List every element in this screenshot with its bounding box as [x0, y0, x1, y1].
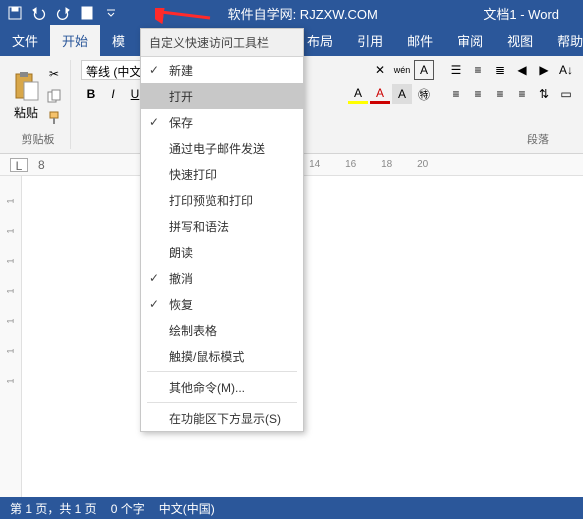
menu-item-label: 恢复 — [169, 296, 193, 313]
italic-icon[interactable]: I — [103, 84, 123, 104]
paste-button[interactable]: 粘贴 — [12, 70, 40, 121]
menu-item-5[interactable]: 打印预览和打印 — [141, 187, 303, 213]
vruler-tick: 1 — [5, 228, 15, 233]
menu-item-1[interactable]: 打开 — [141, 83, 303, 109]
bullets-icon[interactable]: ☰ — [446, 60, 466, 80]
bold-icon[interactable]: B — [81, 84, 101, 104]
align-left-icon[interactable]: ≡ — [446, 84, 466, 104]
document-title: 文档1 - Word — [483, 4, 559, 23]
qat-dropdown-icon[interactable] — [100, 2, 122, 24]
vruler-tick: 1 — [5, 318, 15, 323]
menu-item-12[interactable]: 其他命令(M)... — [141, 374, 303, 400]
cut-icon[interactable]: ✂ — [44, 64, 64, 84]
vruler-tick: 1 — [5, 378, 15, 383]
align-center-icon[interactable]: ≡ — [468, 84, 488, 104]
menu-item-label: 通过电子邮件发送 — [169, 140, 265, 157]
vruler-tick: 1 — [5, 258, 15, 263]
menu-item-3[interactable]: 通过电子邮件发送 — [141, 135, 303, 161]
menu-item-label: 拼写和语法 — [169, 218, 229, 235]
check-icon: ✓ — [149, 297, 159, 311]
clear-format-icon[interactable]: ✕ — [370, 60, 390, 80]
ruler-tick: 16 — [335, 159, 367, 170]
menu-item-10[interactable]: 绘制表格 — [141, 317, 303, 343]
char-shading-icon[interactable]: A — [392, 84, 412, 104]
menu-item-2[interactable]: ✓ 保存 — [141, 109, 303, 135]
shading-icon[interactable]: ▭ — [556, 84, 576, 104]
vruler-tick: 1 — [5, 198, 15, 203]
paste-label: 粘贴 — [14, 104, 38, 121]
status-words[interactable]: 0 个字 — [111, 500, 145, 517]
decrease-indent-icon[interactable]: ◀ — [512, 60, 532, 80]
sort-icon[interactable]: A↓ — [556, 60, 576, 80]
phonetic-icon[interactable]: wén — [392, 60, 412, 80]
annotation-arrow — [155, 8, 215, 28]
group-clipboard: 粘贴 ✂ 剪贴板 — [6, 60, 71, 149]
menu-item-label: 快速打印 — [169, 166, 217, 183]
paragraph-group-label: 段落 — [527, 131, 549, 149]
undo-icon[interactable] — [28, 2, 50, 24]
menu-item-label: 打开 — [169, 88, 193, 105]
ruler-num: 8 — [38, 158, 45, 172]
menu-item-9[interactable]: ✓ 恢复 — [141, 291, 303, 317]
qat-customize-menu: 自定义快速访问工具栏 ✓ 新建打开 ✓ 保存通过电子邮件发送快速打印打印预览和打印拼写… — [140, 28, 304, 432]
menu-item-label: 朗读 — [169, 244, 193, 261]
format-painter-icon[interactable] — [44, 108, 64, 128]
borders-icon[interactable]: ⊞ — [578, 84, 583, 104]
tab-review[interactable]: 审阅 — [445, 25, 495, 56]
menu-item-label: 在功能区下方显示(S) — [169, 410, 281, 427]
enclose-icon[interactable]: ㊕ — [414, 84, 434, 104]
line-spacing-icon[interactable]: ⇅ — [534, 84, 554, 104]
check-icon: ✓ — [149, 271, 159, 285]
ruler-ticks: 6 8 10 12 14 16 18 20 — [55, 159, 573, 170]
tab-file[interactable]: 文件 — [0, 25, 50, 56]
tab-home[interactable]: 开始 — [50, 25, 100, 56]
ruler-tick: 20 — [407, 159, 439, 170]
vruler-tick: 1 — [5, 348, 15, 353]
vruler-tick: 1 — [5, 288, 15, 293]
font-color-icon[interactable]: A — [370, 84, 390, 104]
check-icon: ✓ — [149, 63, 159, 77]
title-bar: 软件自学网: RJZXW.COM 文档1 - Word — [0, 0, 583, 26]
menu-item-label: 触摸/鼠标模式 — [169, 348, 244, 365]
tab-view[interactable]: 视图 — [495, 25, 545, 56]
menu-title: 自定义快速访问工具栏 — [141, 29, 303, 57]
menu-item-6[interactable]: 拼写和语法 — [141, 213, 303, 239]
status-bar: 第 1 页，共 1 页 0 个字 中文(中国) — [0, 497, 583, 519]
menu-item-7[interactable]: 朗读 — [141, 239, 303, 265]
menu-item-8[interactable]: ✓ 撤消 — [141, 265, 303, 291]
clipboard-group-label: 剪贴板 — [22, 131, 55, 149]
status-page[interactable]: 第 1 页，共 1 页 — [10, 500, 97, 517]
char-border-icon[interactable]: A — [414, 60, 434, 80]
redo-icon[interactable] — [52, 2, 74, 24]
tab-help[interactable]: 帮助 — [545, 25, 583, 56]
tab-references[interactable]: 引用 — [345, 25, 395, 56]
vertical-ruler[interactable]: 1 1 1 1 1 1 1 — [0, 176, 22, 497]
menu-item-0[interactable]: ✓ 新建 — [141, 57, 303, 83]
justify-icon[interactable]: ≡ — [512, 84, 532, 104]
menu-item-label: 新建 — [169, 62, 193, 79]
menu-item-11[interactable]: 触摸/鼠标模式 — [141, 343, 303, 369]
menu-item-label: 其他命令(M)... — [169, 379, 245, 396]
menu-item-13[interactable]: 在功能区下方显示(S) — [141, 405, 303, 431]
menu-item-label: 撤消 — [169, 270, 193, 287]
save-icon[interactable] — [4, 2, 26, 24]
status-language[interactable]: 中文(中国) — [159, 500, 215, 517]
tab-mailings[interactable]: 邮件 — [395, 25, 445, 56]
increase-indent-icon[interactable]: ▶ — [534, 60, 554, 80]
menu-item-label: 绘制表格 — [169, 322, 217, 339]
multilevel-icon[interactable]: ≣ — [490, 60, 510, 80]
check-icon: ✓ — [149, 115, 159, 129]
numbering-icon[interactable]: ≡ — [468, 60, 488, 80]
menu-item-label: 打印预览和打印 — [169, 192, 253, 209]
document-icon[interactable] — [76, 2, 98, 24]
highlight-icon[interactable]: A — [348, 84, 368, 104]
ruler-tick: 18 — [371, 159, 403, 170]
tab-stop-indicator[interactable]: L — [10, 158, 28, 172]
tab-template[interactable]: 模 — [100, 25, 137, 56]
menu-item-label: 保存 — [169, 114, 193, 131]
menu-item-4[interactable]: 快速打印 — [141, 161, 303, 187]
align-right-icon[interactable]: ≡ — [490, 84, 510, 104]
quick-access-toolbar — [4, 2, 122, 24]
copy-icon[interactable] — [44, 86, 64, 106]
